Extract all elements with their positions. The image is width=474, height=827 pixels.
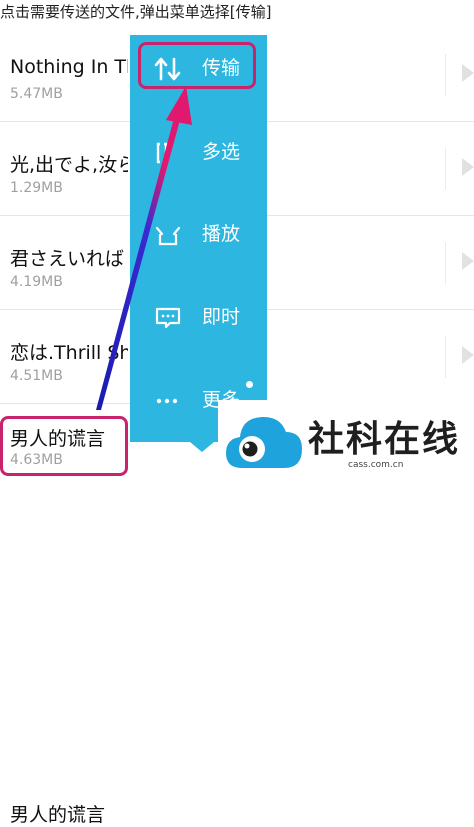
menu-item-label: 即时: [202, 306, 241, 328]
menu-item-instant[interactable]: 即时: [130, 292, 267, 342]
play-icon[interactable]: [462, 346, 474, 364]
notification-dot: [246, 381, 253, 388]
row-divider: [445, 148, 446, 190]
play-tray-icon: [154, 222, 182, 248]
song-title: 恋は.Thrill Sh: [10, 342, 128, 364]
watermark-site: cass.com.cn: [348, 460, 404, 470]
song-title: 君さえいれば: [10, 248, 125, 270]
song-title: Nothing In The: [10, 56, 128, 78]
instruction-caption: 点击需要传送的文件,弹出菜单选择[传输]: [0, 3, 272, 21]
menu-item-multi-select[interactable]: 多选: [130, 127, 267, 177]
more-dots-icon: [154, 388, 182, 414]
song-size: 5.47MB: [10, 86, 63, 102]
song-size: 1.29MB: [10, 180, 63, 196]
multi-select-icon: [154, 140, 182, 166]
row-divider: [445, 54, 446, 96]
play-icon[interactable]: [462, 64, 474, 82]
menu-item-label: 播放: [202, 223, 241, 245]
menu-item-label: 多选: [202, 141, 241, 163]
row-divider: [445, 336, 446, 378]
chat-bubble-icon: [154, 305, 182, 331]
play-icon[interactable]: [462, 252, 474, 270]
song-size: 4.51MB: [10, 368, 63, 384]
song-title: 男人的谎言: [10, 804, 106, 826]
play-icon[interactable]: [462, 158, 474, 176]
menu-pointer: [190, 442, 214, 452]
selected-song-highlight: [0, 416, 128, 476]
watermark-name: 社科在线: [308, 419, 461, 460]
menu-item-play[interactable]: 播放: [130, 209, 267, 259]
transfer-highlight: [138, 42, 256, 89]
cloud-eye-logo-icon: [226, 416, 302, 468]
song-title: 光,出でよ,汝ら: [10, 154, 128, 176]
row-divider: [445, 242, 446, 284]
song-size: 4.19MB: [10, 274, 63, 290]
context-menu: 传输 多选 播放 即时: [130, 35, 267, 442]
watermark: 社科在线 cass.com.cn: [218, 400, 474, 484]
